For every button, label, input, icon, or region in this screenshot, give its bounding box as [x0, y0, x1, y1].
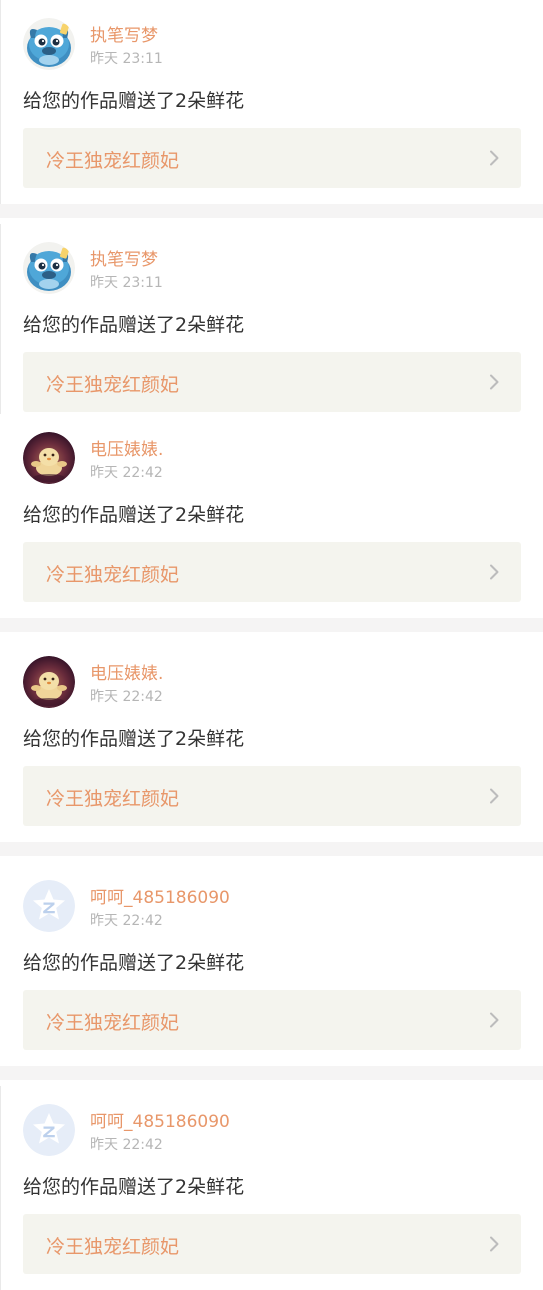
work-link-box[interactable]: 冷王独宠红颜妃: [23, 1214, 521, 1274]
chevron-right-icon: [489, 788, 499, 804]
work-title: 冷王独宠红颜妃: [46, 374, 180, 396]
notification-feed: 执笔写梦 昨天 23:11 给您的作品赠送了2朵鲜花 冷王独宠红颜妃 执笔写梦 …: [0, 0, 543, 1290]
card-edge: [0, 224, 1, 428]
work-title: 冷王独宠红颜妃: [46, 564, 180, 586]
chevron-right-icon: [489, 1236, 499, 1252]
work-link-box[interactable]: 冷王独宠红颜妃: [23, 990, 521, 1050]
gift-message: 给您的作品赠送了2朵鲜花: [23, 504, 245, 526]
work-link-box[interactable]: 冷王独宠红颜妃: [23, 542, 521, 602]
blue-bird-avatar[interactable]: [23, 18, 75, 70]
card-edge: [0, 0, 1, 204]
timestamp: 昨天 22:42: [90, 1137, 163, 1153]
notification-item: 执笔写梦 昨天 23:11 给您的作品赠送了2朵鲜花 冷王独宠红颜妃: [0, 224, 543, 428]
separator: [0, 1066, 543, 1080]
separator: [0, 618, 543, 632]
gift-message: 给您的作品赠送了2朵鲜花: [23, 1176, 245, 1198]
timestamp: 昨天 22:42: [90, 913, 163, 929]
default-logo-avatar[interactable]: [23, 1104, 75, 1156]
card-edge: [0, 1086, 1, 1290]
username-link[interactable]: 呵呵_485186090: [90, 883, 230, 908]
separator: [0, 204, 543, 218]
work-title: 冷王独宠红颜妃: [46, 1012, 180, 1034]
notification-item: 电压婊婊. 昨天 22:42 给您的作品赠送了2朵鲜花 冷王独宠红颜妃: [0, 638, 543, 842]
timestamp: 昨天 22:42: [90, 465, 163, 481]
gift-message: 给您的作品赠送了2朵鲜花: [23, 314, 245, 336]
username-link[interactable]: 电压婊婊.: [90, 659, 163, 684]
timestamp: 昨天 22:42: [90, 689, 163, 705]
notification-item: 呵呵_485186090 昨天 22:42 给您的作品赠送了2朵鲜花 冷王独宠红…: [0, 1086, 543, 1290]
notification-item: 电压婊婊. 昨天 22:42 给您的作品赠送了2朵鲜花 冷王独宠红颜妃: [0, 414, 543, 618]
username-link[interactable]: 电压婊婊.: [90, 435, 163, 460]
username-link[interactable]: 执笔写梦: [90, 21, 158, 46]
default-logo-avatar[interactable]: [23, 880, 75, 932]
work-title: 冷王独宠红颜妃: [46, 1236, 180, 1258]
username-link[interactable]: 执笔写梦: [90, 245, 158, 270]
work-link-box[interactable]: 冷王独宠红颜妃: [23, 128, 521, 188]
work-title: 冷王独宠红颜妃: [46, 150, 180, 172]
chevron-right-icon: [489, 564, 499, 580]
timestamp: 昨天 23:11: [90, 51, 163, 67]
gift-message: 给您的作品赠送了2朵鲜花: [23, 728, 245, 750]
chevron-right-icon: [489, 374, 499, 390]
gift-message: 给您的作品赠送了2朵鲜花: [23, 952, 245, 974]
username-link[interactable]: 呵呵_485186090: [90, 1107, 230, 1132]
gift-message: 给您的作品赠送了2朵鲜花: [23, 90, 245, 112]
notification-item: 执笔写梦 昨天 23:11 给您的作品赠送了2朵鲜花 冷王独宠红颜妃: [0, 0, 543, 204]
work-title: 冷王独宠红颜妃: [46, 788, 180, 810]
chick-toy-avatar[interactable]: [23, 656, 75, 708]
chick-toy-avatar[interactable]: [23, 432, 75, 484]
notification-item: 呵呵_485186090 昨天 22:42 给您的作品赠送了2朵鲜花 冷王独宠红…: [0, 862, 543, 1066]
chevron-right-icon: [489, 150, 499, 166]
timestamp: 昨天 23:11: [90, 275, 163, 291]
work-link-box[interactable]: 冷王独宠红颜妃: [23, 352, 521, 412]
work-link-box[interactable]: 冷王独宠红颜妃: [23, 766, 521, 826]
chevron-right-icon: [489, 1012, 499, 1028]
separator: [0, 842, 543, 856]
blue-bird-avatar[interactable]: [23, 242, 75, 294]
